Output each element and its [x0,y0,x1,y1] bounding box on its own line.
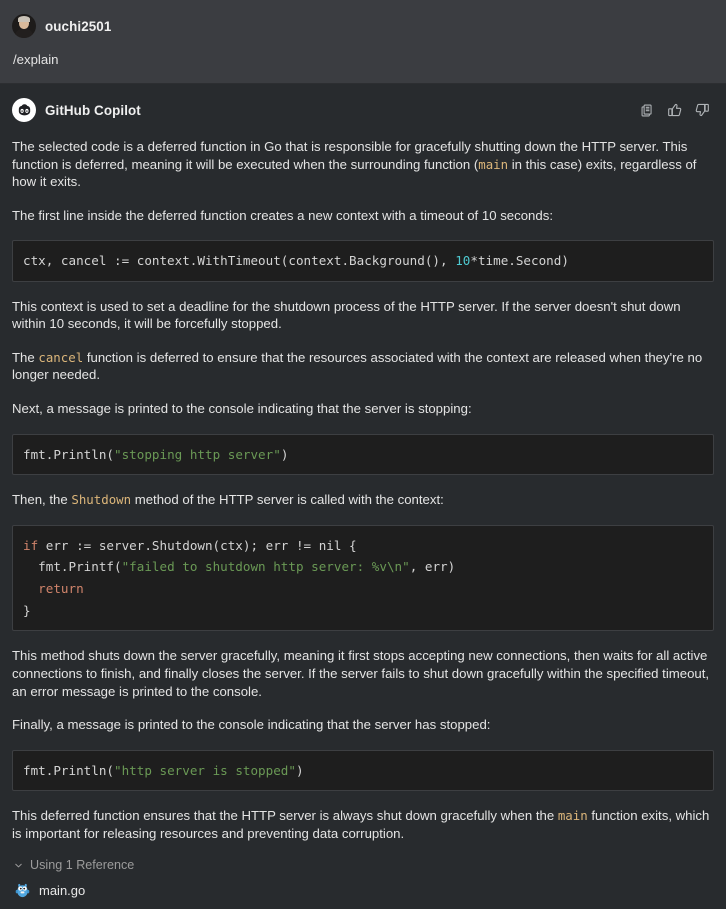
inline-code-cancel: cancel [38,349,84,365]
references-toggle-label: Using 1 Reference [30,858,135,873]
paragraph-next-message: Next, a message is printed to the consol… [12,401,472,417]
code-string-token: "http server is stopped" [114,762,296,778]
paragraph-shutdown: Then, the Shutdown method of the HTTP se… [12,491,714,509]
paragraph-shutdown-part2: method of the HTTP server is called with… [131,492,444,508]
code-seg-3: ) [295,762,304,778]
copy-icon[interactable] [639,102,656,119]
code-line2-prefix: fmt.Printf( [23,559,122,575]
code-string-token: "failed to shutdown http server: %v\n" [121,559,410,575]
copilot-logo-icon [12,98,36,122]
paragraph-first-line: The first line inside the deferred funct… [12,207,553,223]
reference-item[interactable]: main.go [12,882,714,899]
code-number-token: 10 [455,253,471,269]
thumbs-up-icon[interactable] [666,102,683,119]
code-string-token: "stopping http server" [114,446,281,462]
paragraph-finally: Finally, a message is printed to the con… [12,717,491,733]
paragraph-shutdown-part1: Then, the [12,492,72,508]
references-toggle[interactable]: Using 1 Reference [12,858,714,872]
paragraph-conclusion-part1: This deferred function ensures that the … [12,808,558,824]
assistant-message-block: GitHub Copilot The selected code is a de… [0,84,726,909]
code-seg-1: ctx, cancel := context.WithTimeout(conte… [23,253,456,269]
avatar-body-shape [15,29,33,38]
user-message-block: ouchi2501 /explain [0,0,726,84]
paragraph-conclusion: This deferred function ensures that the … [12,807,714,842]
user-name: ouchi2501 [45,18,112,34]
paragraph-cancel-part1: The [12,349,39,365]
code-seg-3: ) [280,446,289,462]
go-gopher-icon [14,882,31,899]
code-seg-1: fmt.Println( [23,762,114,778]
avatar-hair-shape [18,16,30,22]
code-seg-1: fmt.Println( [23,446,114,462]
code-line4: } [23,602,31,618]
thumbs-down-icon[interactable] [693,102,710,119]
chevron-down-icon [12,859,24,871]
code-line1-rest: err := server.Shutdown(ctx); err != nil … [38,537,357,553]
code-block-println-stopped[interactable]: fmt.Println("http server is stopped") [12,749,714,792]
code-keyword-return: return [23,581,84,597]
user-message-text: /explain [13,52,59,67]
assistant-name: GitHub Copilot [45,102,141,118]
code-line2-suffix: , err) [409,559,456,575]
user-message-header: ouchi2501 [12,14,714,38]
code-keyword-if: if [23,537,39,553]
reference-file-name: main.go [39,883,86,899]
code-seg-3: *time.Second) [470,253,569,269]
inline-code-main-1: main [478,156,509,172]
paragraph-cancel: The cancel function is deferred to ensur… [12,349,714,384]
code-block-withtimeout[interactable]: ctx, cancel := context.WithTimeout(conte… [12,240,714,282]
assistant-action-icons [639,102,714,119]
inline-code-shutdown: Shutdown [71,492,132,508]
inline-code-main-2: main [557,808,588,824]
assistant-message-header: GitHub Copilot [12,98,714,122]
user-avatar-photo[interactable] [12,14,36,38]
paragraph-graceful-detail: This method shuts down the server gracef… [12,648,710,699]
paragraph-context-deadline: This context is used to set a deadline f… [12,298,681,332]
paragraph-cancel-part2: function is deferred to ensure that the … [12,349,703,383]
code-block-println-stopping[interactable]: fmt.Println("stopping http server") [12,433,714,476]
paragraph-intro: The selected code is a deferred function… [12,138,714,191]
code-block-shutdown-if[interactable]: if err := server.Shutdown(ctx); err != n… [12,524,714,632]
